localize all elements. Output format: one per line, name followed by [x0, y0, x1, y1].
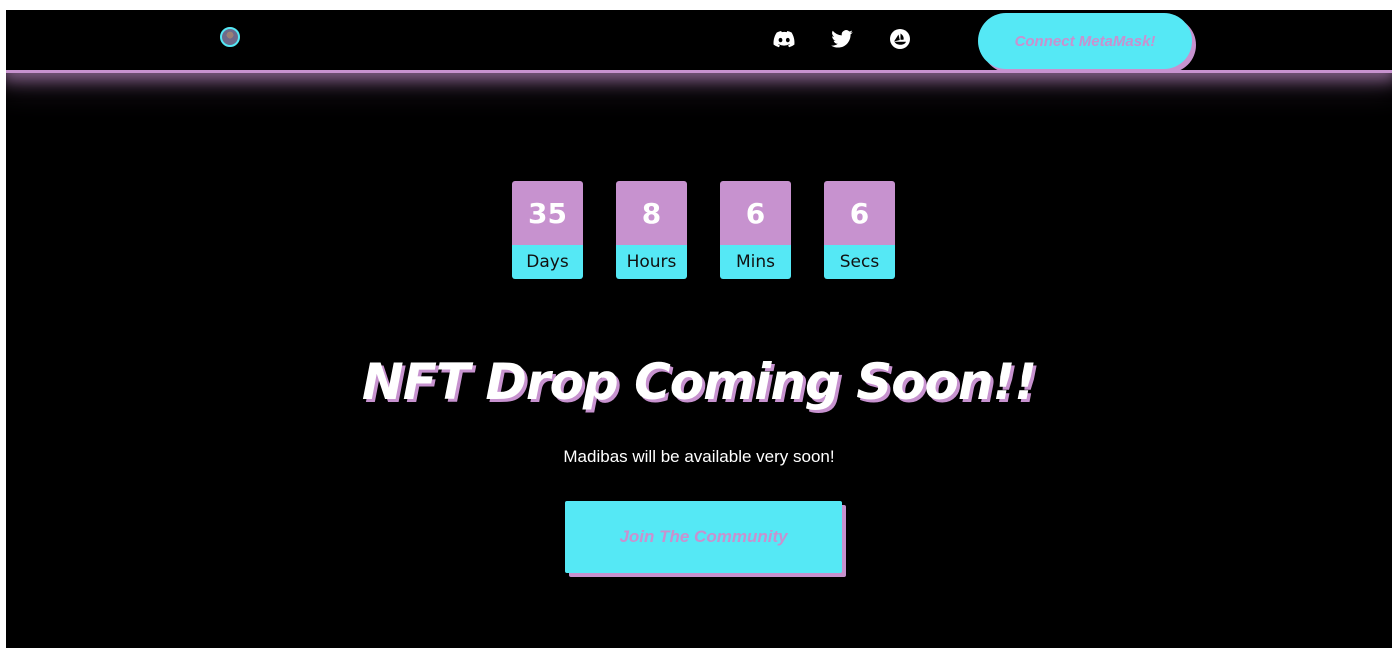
countdown-timer: 35 Days 8 Hours 6 Mins 6 Secs — [512, 181, 895, 279]
page-frame: Connect MetaMask! 35 Days 8 Hours 6 Mins… — [6, 10, 1392, 648]
connect-metamask-button[interactable]: Connect MetaMask! — [978, 13, 1192, 69]
countdown-days: 35 Days — [512, 181, 583, 279]
hero-subtext: Madibas will be available very soon! — [563, 447, 835, 466]
join-community-button[interactable]: Join The Community — [565, 501, 842, 573]
countdown-label: Days — [512, 245, 583, 279]
navbar: Connect MetaMask! — [6, 10, 1392, 73]
countdown-label: Hours — [616, 245, 687, 279]
countdown-value: 35 — [512, 181, 583, 245]
countdown-value: 8 — [616, 181, 687, 245]
discord-icon[interactable] — [772, 28, 796, 50]
opensea-icon[interactable] — [888, 28, 912, 50]
countdown-value: 6 — [720, 181, 791, 245]
countdown-label: Mins — [720, 245, 791, 279]
countdown-label: Secs — [824, 245, 895, 279]
avatar-logo[interactable] — [220, 27, 240, 47]
countdown-hours: 8 Hours — [616, 181, 687, 279]
countdown-value: 6 — [824, 181, 895, 245]
twitter-icon[interactable] — [830, 28, 854, 50]
countdown-secs: 6 Secs — [824, 181, 895, 279]
hero-headline: NFT Drop Coming Soon!! — [361, 353, 1037, 411]
countdown-mins: 6 Mins — [720, 181, 791, 279]
